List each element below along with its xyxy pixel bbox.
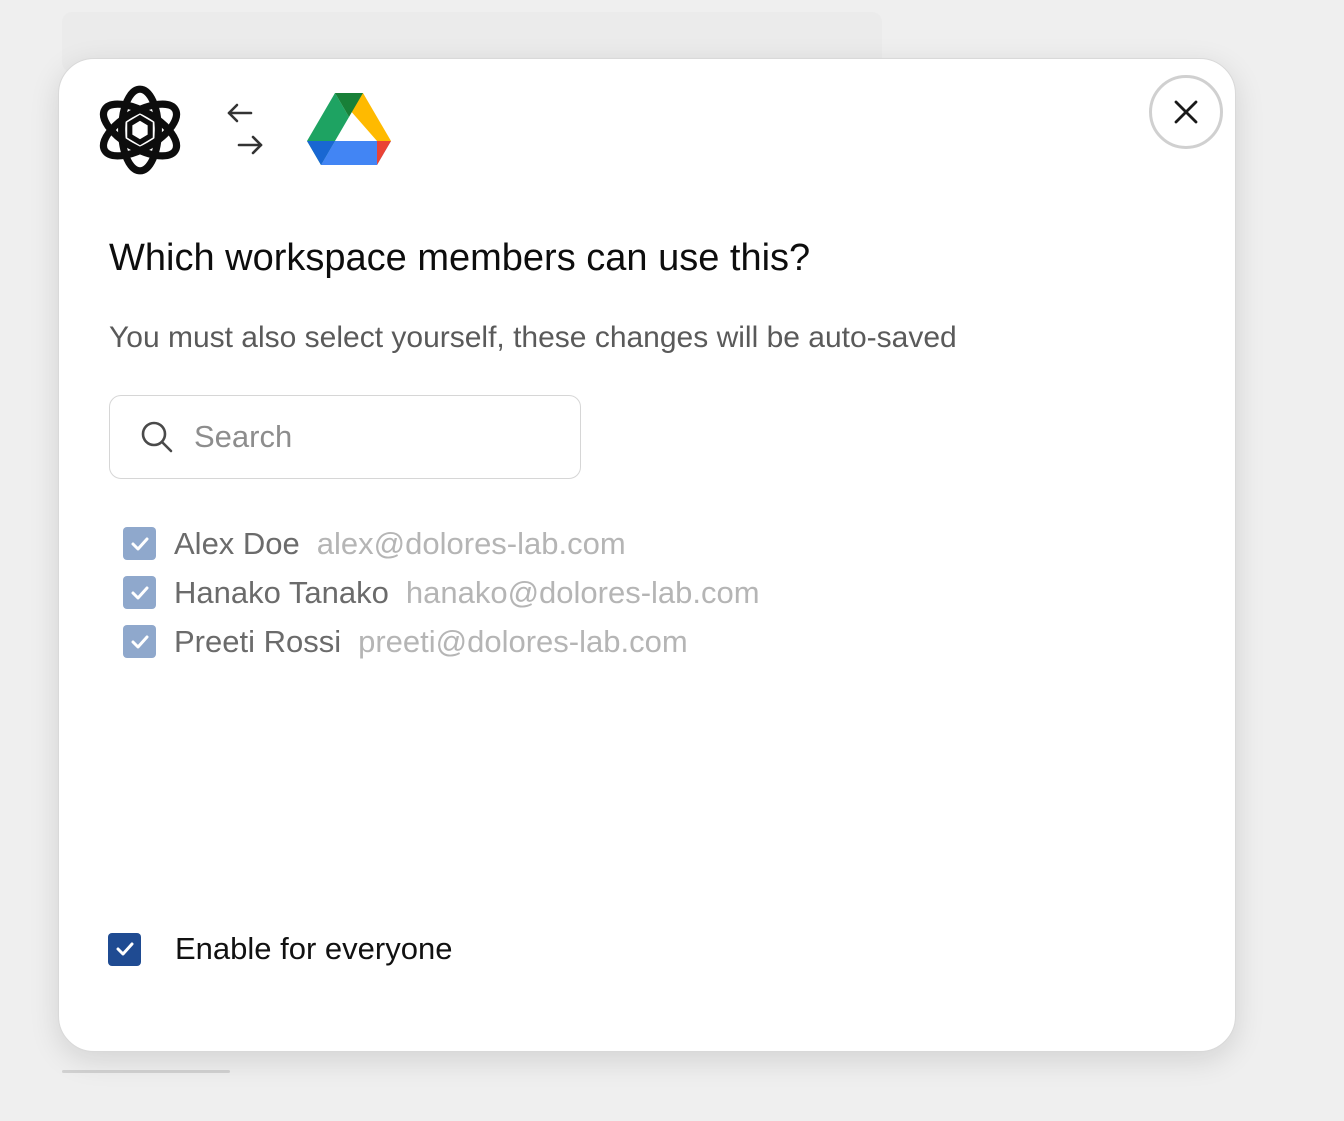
swap-arrows-icon (223, 99, 267, 159)
member-name: Hanako Tanako (174, 574, 389, 610)
connector-access-dialog: Which workspace members can use this? Yo… (58, 58, 1236, 1052)
checkmark-icon (131, 586, 148, 599)
search-box[interactable] (109, 395, 581, 479)
checkmark-icon (131, 537, 148, 550)
google-drive-logo (307, 91, 391, 167)
member-email: hanako@dolores-lab.com (405, 574, 760, 610)
search-input[interactable] (192, 418, 556, 456)
list-item[interactable]: Alex Doe alex@dolores-lab.com (123, 519, 760, 568)
dialog-subtitle: You must also select yourself, these cha… (109, 321, 957, 354)
background-divider (62, 1070, 230, 1073)
member-checkbox[interactable] (123, 527, 156, 560)
dialog-title: Which workspace members can use this? (109, 237, 811, 279)
member-name: Alex Doe (174, 525, 300, 561)
member-email: preeti@dolores-lab.com (358, 623, 688, 659)
search-icon (141, 421, 173, 453)
enable-everyone-checkbox[interactable] (108, 932, 141, 966)
enable-everyone-label: Enable for everyone (175, 931, 453, 966)
list-item[interactable]: Preeti Rossi preeti@dolores-lab.com (123, 617, 760, 666)
checkmark-icon (131, 635, 148, 648)
member-name: Preeti Rossi (174, 623, 342, 659)
list-item[interactable]: Hanako Tanako hanako@dolores-lab.com (123, 568, 760, 617)
member-checkbox[interactable] (123, 625, 156, 658)
close-icon (1174, 100, 1198, 124)
checkmark-icon (116, 942, 133, 956)
close-button[interactable] (1149, 75, 1223, 149)
openai-logo (89, 79, 191, 181)
member-list: Alex Doe alex@dolores-lab.com Hanako Tan… (123, 519, 760, 666)
member-email: alex@dolores-lab.com (316, 525, 626, 561)
member-checkbox[interactable] (123, 576, 156, 609)
enable-for-everyone-toggle[interactable]: Enable for everyone (108, 931, 452, 967)
